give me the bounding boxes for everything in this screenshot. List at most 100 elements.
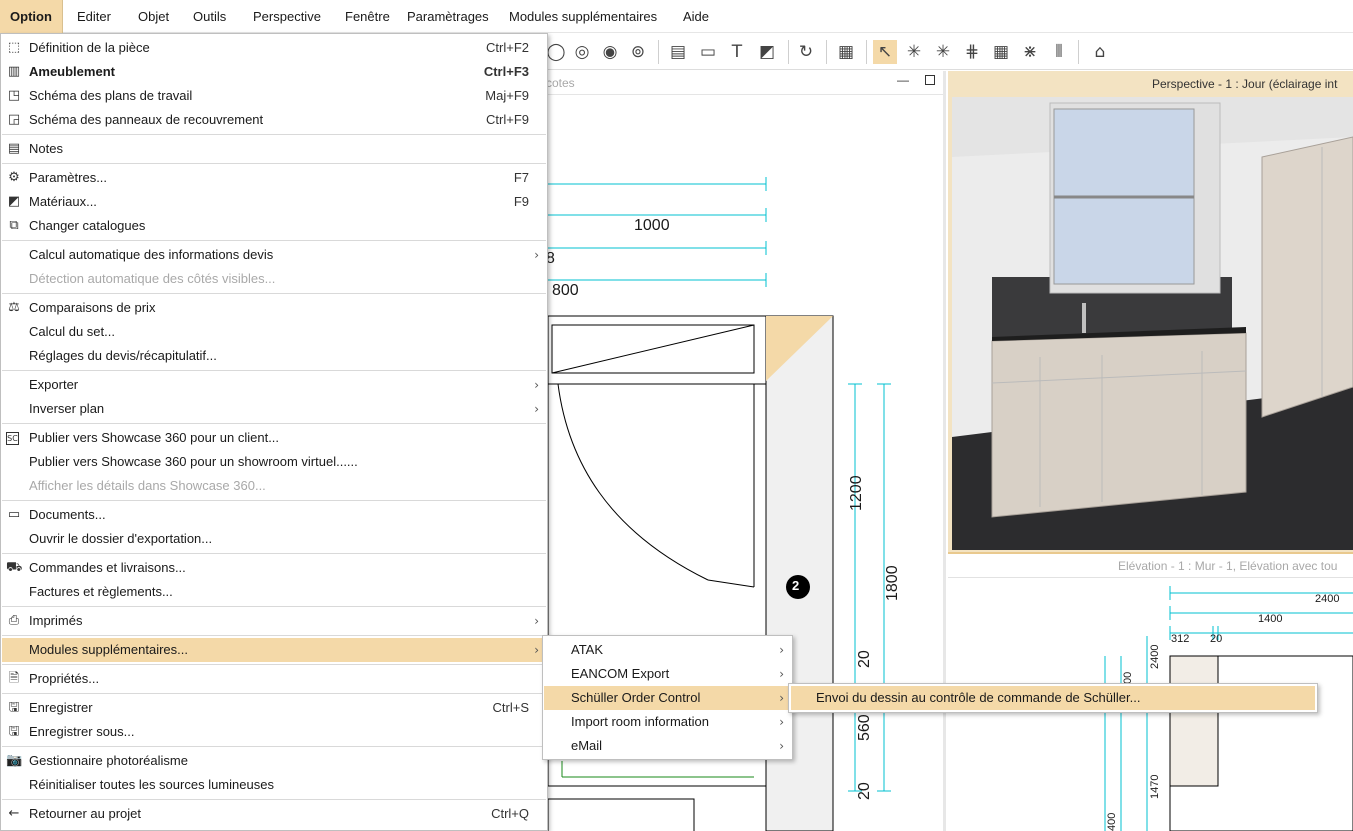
submenu-item-eancom-export[interactable]: EANCOM Export › — [544, 662, 791, 686]
circle-double-icon[interactable]: ◎ — [570, 40, 594, 64]
menu-item-set-calculation[interactable]: Calcul du set... — [2, 320, 546, 344]
plan-dim-20-bottom: 20 — [856, 782, 873, 800]
snap-tool-4-icon[interactable]: ⋇ — [1018, 40, 1042, 64]
menu-item-furnishing[interactable]: ▥ Ameublement Ctrl+F3 — [2, 60, 546, 84]
furnishing-icon: ▥ — [7, 64, 21, 79]
submenu-item-import-room-info[interactable]: Import room information › — [544, 710, 791, 734]
menu-item-invoices[interactable]: Factures et règlements... — [2, 580, 546, 604]
chevron-right-icon: › — [779, 691, 784, 705]
calculator-icon[interactable]: ▦ — [834, 40, 858, 64]
worktop-scheme-icon: ◳ — [7, 88, 21, 103]
chevron-right-icon: › — [779, 739, 784, 753]
notes-icon: ▤ — [7, 141, 21, 156]
menu-item-change-catalogs[interactable]: ⧉ Changer catalogues — [2, 214, 546, 238]
chevron-right-icon: › — [534, 402, 539, 416]
menu-item-return-to-project[interactable]: ← Retourner au projet Ctrl+Q — [2, 802, 546, 826]
cover-panel-scheme-icon: ◲ — [7, 112, 21, 127]
option-menu: ⬚ Définition de la pièce Ctrl+F2 ▥ Ameublem… — [0, 33, 548, 831]
perspective-view-title: Perspective - 1 : Jour (éclairage int — [1152, 77, 1338, 91]
snap-tool-3-icon[interactable]: ⋕ — [960, 40, 984, 64]
plan-dim-20-top: 20 — [856, 650, 873, 668]
align-icon[interactable]: ⦀ — [1047, 40, 1071, 64]
snap-tool-1-icon[interactable]: ✳ — [902, 40, 926, 64]
menu-item-documents[interactable]: ▭ Documents... — [2, 503, 546, 527]
menu-perspective[interactable]: Perspective — [253, 0, 321, 33]
measure-icon[interactable]: ⌂ — [1088, 40, 1112, 64]
elev-dim-2400: 2400 — [1315, 593, 1340, 605]
menu-item-parameters[interactable]: ⚙ Paramètres... F7 — [2, 166, 546, 190]
modules-submenu: ATAK › EANCOM Export › Schüller Order Cont… — [542, 635, 793, 760]
menu-item-reset-lights[interactable]: Réinitialiser toutes les sources lumineu… — [2, 773, 546, 797]
menu-aide[interactable]: Aide — [683, 0, 709, 33]
back-arrow-icon: ← — [8, 806, 20, 821]
text-icon[interactable]: T — [725, 40, 749, 64]
menu-item-cover-panel-scheme[interactable]: ◲ Schéma des panneaux de recouvrement Ctrl… — [2, 108, 546, 132]
zoom-all-icon[interactable]: ⊚ — [626, 40, 650, 64]
gear-icon: ⚙ — [8, 170, 20, 185]
menu-item-properties[interactable]: 🗎 Propriétés... — [2, 667, 546, 691]
submenu-item-email[interactable]: eMail › — [544, 734, 791, 758]
menu-item-export[interactable]: Exporter › — [2, 373, 546, 397]
refresh-icon[interactable]: ↻ — [794, 40, 818, 64]
chevron-right-icon: › — [779, 643, 784, 657]
chevron-right-icon: › — [779, 715, 784, 729]
plan-dim-1800: 1800 — [884, 565, 901, 601]
menu-modules[interactable]: Modules supplémentaires — [509, 0, 657, 33]
menu-item-invert-plan[interactable]: Inverser plan › — [2, 397, 546, 421]
plan-dim-560: 560 — [856, 714, 873, 741]
menu-objet[interactable]: Objet — [138, 0, 169, 33]
plan-marker: 2 — [792, 578, 800, 593]
menu-item-auto-visible-sides: Détection automatique des côtés visibles… — [29, 271, 276, 286]
menu-fenetre[interactable]: Fenêtre — [345, 0, 390, 33]
save-icon: 🖫 — [8, 700, 20, 715]
menu-item-materials[interactable]: ◩ Matériaux... F9 — [2, 190, 546, 214]
menu-option[interactable]: Option — [0, 0, 63, 33]
menu-item-notes[interactable]: ▤ Notes — [2, 137, 546, 161]
perspective-render — [952, 97, 1353, 550]
chevron-right-icon: › — [779, 667, 784, 681]
plan-dim-1200: 1200 — [848, 475, 865, 511]
chevron-right-icon: › — [534, 248, 539, 262]
camera-icon: 📷 — [6, 753, 23, 768]
menu-item-showcase-client[interactable]: SC Publier vers Showcase 360 pour un clie… — [2, 426, 546, 450]
menu-item-showcase-showroom[interactable]: Publier vers Showcase 360 pour un showro… — [2, 450, 546, 474]
chevron-right-icon: › — [534, 643, 539, 657]
showcase-icon: SC — [6, 432, 19, 445]
comment-icon[interactable]: ▭ — [696, 40, 720, 64]
menu-item-price-comparison[interactable]: ⚖ Comparaisons de prix — [2, 296, 546, 320]
materials-tool-icon[interactable]: ◩ — [755, 40, 779, 64]
elev-dim-400: 400 — [1106, 812, 1118, 831]
menu-item-open-export-folder[interactable]: Ouvrir le dossier d'exportation... — [2, 527, 546, 551]
menu-parametrages[interactable]: Paramètrages — [407, 0, 489, 33]
scales-icon: ⚖ — [8, 300, 20, 315]
menu-item-orders-deliveries[interactable]: ⛟ Commandes et livraisons... — [2, 556, 546, 580]
pointer-icon[interactable]: ↖ — [873, 40, 897, 64]
menu-item-additional-modules[interactable]: Modules supplémentaires... › — [2, 638, 546, 662]
menu-item-photorealism[interactable]: 📷 Gestionnaire photoréalisme — [2, 749, 546, 773]
menu-item-printouts[interactable]: ⎙ Imprimés › — [2, 609, 546, 633]
toolbar: ◯ ◎ ◉ ⊚ ▤ ▭ T ◩ ↻ ▦ ↖ ✳ ✳ ⋕ ▦ ⋇ ⦀ ⌂ — [546, 34, 1353, 70]
menu-editer[interactable]: Editer — [77, 0, 111, 33]
submenu-item-schuller-order-control[interactable]: Schüller Order Control › — [544, 686, 791, 710]
menu-item-worktop-scheme[interactable]: ◳ Schéma des plans de travail Maj+F9 — [2, 84, 546, 108]
elev-dim-312: 312 — [1171, 633, 1190, 645]
menu-outils[interactable]: Outils — [193, 0, 226, 33]
elev-dim-1470: 1470 — [1149, 774, 1161, 799]
zoom-window-icon[interactable]: ◉ — [598, 40, 622, 64]
printer-icon: ⎙ — [8, 613, 20, 628]
snap-tool-2-icon[interactable]: ✳ — [931, 40, 955, 64]
plan-dim-8: 8 — [548, 250, 555, 268]
perspective-view[interactable]: Perspective - 1 : Jour (éclairage int — [948, 71, 1353, 554]
menu-item-save-as[interactable]: 🖫 Enregistrer sous... — [2, 720, 546, 744]
truck-icon: ⛟ — [6, 560, 23, 575]
note-icon[interactable]: ▤ — [666, 40, 690, 64]
menu-item-save[interactable]: 🖫 Enregistrer Ctrl+S — [2, 696, 546, 720]
grid-icon[interactable]: ▦ — [989, 40, 1013, 64]
submenu-item-send-drawing-schuller[interactable]: Envoi du dessin au contrôle de commande … — [791, 686, 1315, 710]
menu-item-quote-settings[interactable]: Réglages du devis/récapitulatif... — [2, 344, 546, 368]
save-as-icon: 🖫 — [8, 724, 20, 739]
menu-item-auto-quote-calc[interactable]: Calcul automatique des informations devi… — [2, 243, 546, 267]
submenu-item-atak[interactable]: ATAK › — [544, 638, 791, 662]
elev-dim-20: 20 — [1210, 633, 1223, 645]
menu-item-room-definition[interactable]: ⬚ Définition de la pièce Ctrl+F2 — [2, 36, 546, 60]
